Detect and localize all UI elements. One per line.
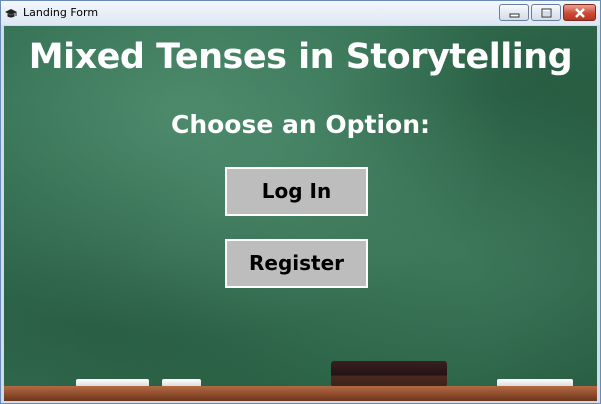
register-button[interactable]: Register (225, 239, 368, 288)
graduation-cap-icon (5, 5, 17, 18)
window-title: Landing Form (23, 6, 99, 19)
eraser-image (331, 361, 447, 387)
login-button[interactable]: Log In (225, 167, 368, 216)
minimize-button[interactable] (499, 4, 529, 21)
maximize-button[interactable] (531, 4, 561, 21)
title-bar[interactable]: Landing Form (1, 1, 600, 25)
chalkboard-background: Mixed Tenses in Storytelling Choose an O… (4, 26, 597, 401)
page-title: Mixed Tenses in Storytelling (28, 37, 573, 77)
choose-option-label: Choose an Option: (170, 110, 431, 139)
close-icon (575, 8, 585, 18)
minimize-icon (509, 13, 520, 18)
maximize-icon (541, 8, 552, 18)
landing-form-window: Landing Form Mixed Tenses in Storytellin… (0, 0, 601, 404)
close-button[interactable] (563, 4, 596, 21)
chalkboard-ledge (4, 386, 597, 401)
